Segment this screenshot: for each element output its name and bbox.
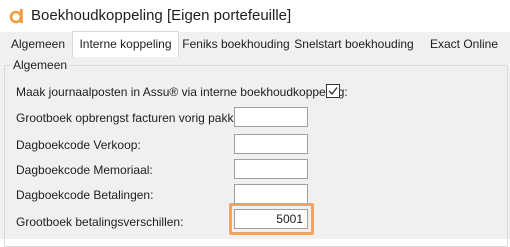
dagboek-verkoop-input[interactable]: [234, 134, 308, 154]
tab-interne-koppeling[interactable]: Interne koppeling: [72, 31, 179, 58]
dagboek-memoriaal-input[interactable]: [234, 159, 308, 179]
journal-posts-label: Maak journaalposten in Assu® via interne…: [16, 85, 348, 99]
dagboek-betalingen-input[interactable]: [234, 184, 308, 204]
group-box-title: Algemeen: [10, 58, 71, 72]
grootboek-opbrengst-input[interactable]: [234, 107, 308, 127]
tab-feniks-boekhouding[interactable]: Feniks boekhouding: [179, 32, 293, 56]
dagboek-memoriaal-label: Dagboekcode Memoriaal:: [16, 163, 153, 177]
tab-snelstart-boekhouding[interactable]: Snelstart boekhouding: [294, 32, 414, 56]
app-logo-icon: [9, 9, 23, 24]
journal-posts-checkbox[interactable]: [326, 84, 340, 98]
tab-algemeen[interactable]: Algemeen: [2, 32, 74, 56]
dagboek-verkoop-label: Dagboekcode Verkoop:: [16, 138, 141, 152]
tab-exact-online[interactable]: Exact Online: [424, 32, 504, 56]
grootboek-betalingsverschillen-label: Grootboek betalingsverschillen:: [16, 215, 184, 229]
highlight-box: [229, 203, 314, 235]
window-title: Boekhoudkoppeling [Eigen portefeuille]: [31, 7, 292, 24]
title-bar: Boekhoudkoppeling [Eigen portefeuille]: [0, 0, 510, 32]
dagboek-betalingen-label: Dagboekcode Betalingen:: [16, 188, 154, 202]
grootboek-opbrengst-label: Grootboek opbrengst facturen vorig pakke…: [16, 111, 247, 125]
